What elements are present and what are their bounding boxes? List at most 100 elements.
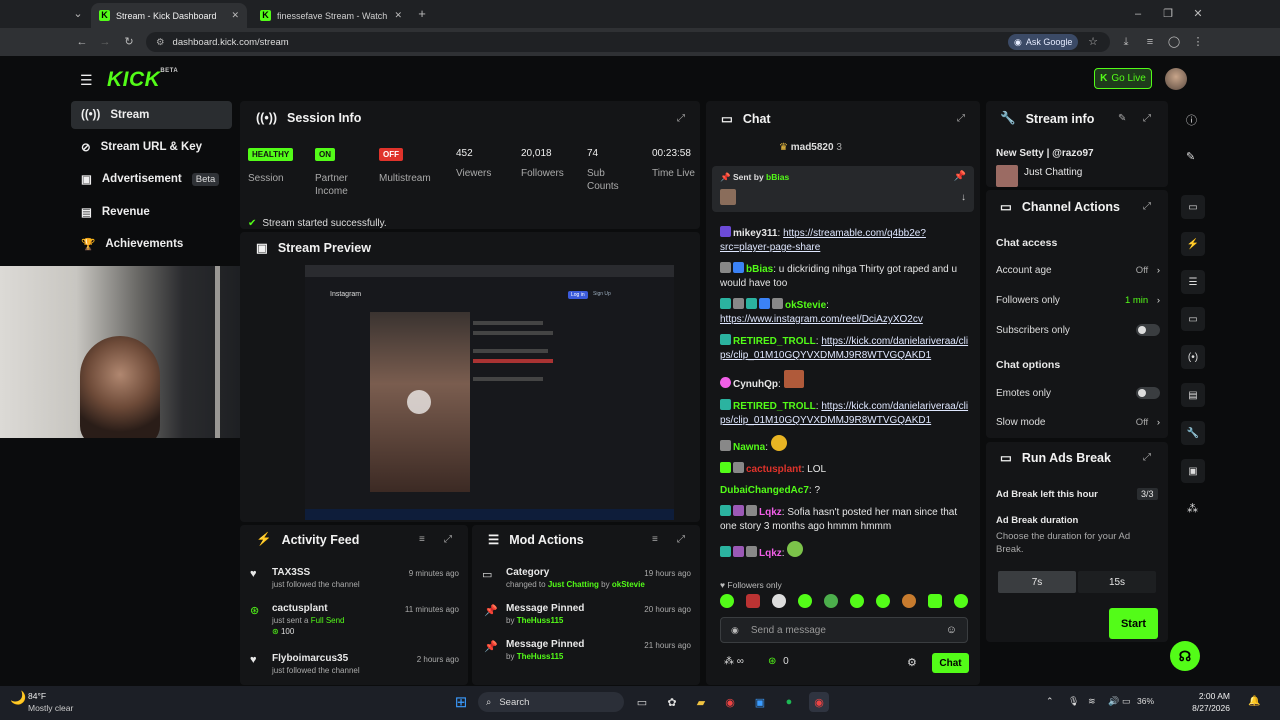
edit-icon[interactable]: ✎: [1118, 113, 1126, 124]
tab-kick-dashboard[interactable]: K Stream - Kick Dashboard ✕: [91, 3, 247, 28]
channel-actions-icon[interactable]: ▭: [1181, 195, 1205, 219]
copilot-icon[interactable]: ✿: [662, 692, 682, 712]
chat-username[interactable]: RETIRED_TROLL: [733, 336, 816, 347]
slow-mode-row[interactable]: Slow mode Off ›: [996, 417, 1160, 428]
info-icon[interactable]: ⓘ: [1186, 112, 1197, 128]
bookmark-star-icon[interactable]: ☆: [1085, 34, 1101, 50]
list-icon[interactable]: ☰: [1181, 270, 1205, 294]
expand-icon[interactable]: ⤢: [1143, 201, 1151, 212]
emote-button[interactable]: [746, 594, 760, 608]
emote-button[interactable]: [824, 594, 838, 608]
stream-icon[interactable]: (•): [1181, 345, 1205, 369]
download-icon[interactable]: ⤓: [1118, 34, 1134, 50]
chat-username[interactable]: cactusplant: [746, 464, 802, 475]
wrench-icon[interactable]: 🔧: [1181, 421, 1205, 445]
emote-button[interactable]: [902, 594, 916, 608]
file-explorer-icon[interactable]: ▰: [691, 692, 711, 712]
weather-icon[interactable]: 🌙: [10, 690, 26, 706]
followers-only-row[interactable]: Followers only 1 min ›: [996, 295, 1160, 306]
emote-button[interactable]: [876, 594, 890, 608]
pinned-user[interactable]: bBias: [766, 172, 789, 182]
chrome-icon[interactable]: ◉: [720, 692, 740, 712]
menu-dots-icon[interactable]: ⋮: [1190, 34, 1206, 50]
gear-icon[interactable]: ⚙: [907, 656, 917, 669]
top-user[interactable]: mad5820: [791, 142, 834, 153]
chat-username[interactable]: RETIRED_TROLL: [733, 401, 816, 412]
emotes-only-toggle[interactable]: [1136, 387, 1160, 399]
chat-settings-icon[interactable]: ◉: [731, 625, 739, 636]
duration-7s-option[interactable]: 7s: [998, 571, 1076, 593]
close-window-icon[interactable]: ✕: [1190, 6, 1206, 22]
emote-button[interactable]: [798, 594, 812, 608]
chat-link[interactable]: https://www.instagram.com/reel/DciAzyXO2…: [720, 314, 923, 325]
chat-username[interactable]: Lqkz: [759, 507, 782, 518]
spotify-icon[interactable]: ●: [779, 692, 799, 712]
mod-user[interactable]: TheHuss115: [517, 652, 564, 661]
hamburger-menu-icon[interactable]: ☰: [80, 72, 93, 89]
subscribers-only-toggle[interactable]: [1136, 324, 1160, 336]
chat-username[interactable]: mikey311: [733, 228, 778, 239]
clock-time[interactable]: 2:00 AM: [1170, 691, 1230, 701]
sidebar-item-advertisement[interactable]: ▣ Advertisement Beta: [71, 165, 232, 193]
sidebar-item-achievements[interactable]: 🏆 Achievements: [71, 230, 232, 258]
preview-icon[interactable]: ▣: [1181, 459, 1205, 483]
emote-button[interactable]: [850, 594, 864, 608]
sidebar-item-revenue[interactable]: ▤ Revenue: [71, 198, 232, 226]
tab-search-icon[interactable]: ⌄: [70, 6, 86, 22]
reload-icon[interactable]: ↻: [121, 34, 137, 50]
tab-close-icon[interactable]: ✕: [231, 10, 239, 21]
tab-finessefave[interactable]: K finessefave Stream - Watch Live ✕: [252, 3, 410, 28]
emote-button[interactable]: [928, 594, 942, 608]
bolt-icon[interactable]: ⚡: [1181, 232, 1205, 256]
minimize-icon[interactable]: –: [1130, 6, 1146, 22]
expand-icon[interactable]: ⤢: [677, 113, 685, 124]
kick-logo[interactable]: KICKBETA: [107, 68, 178, 92]
emote-button[interactable]: [772, 594, 786, 608]
avatar[interactable]: [1165, 68, 1187, 90]
expand-icon[interactable]: ⤢: [957, 113, 965, 124]
photos-icon[interactable]: ▣: [750, 692, 770, 712]
wifi-icon[interactable]: ≋: [1088, 696, 1096, 707]
channel-points[interactable]: ⊛ 0: [768, 656, 789, 667]
profile-icon[interactable]: ◯: [1166, 34, 1182, 50]
battery-icon[interactable]: ▭: [1122, 696, 1131, 707]
chat-input[interactable]: ◉ Send a message ☺: [720, 617, 968, 643]
task-view-icon[interactable]: ▭: [632, 692, 652, 712]
account-age-row[interactable]: Account age Off ›: [996, 265, 1160, 276]
expand-icon[interactable]: ⤢: [1143, 452, 1151, 463]
tab-close-icon[interactable]: ✕: [394, 10, 402, 21]
restore-icon[interactable]: ❐: [1160, 6, 1176, 22]
emote-button[interactable]: [954, 594, 968, 608]
chat-username[interactable]: okStevie: [785, 300, 826, 311]
stream-preview-video[interactable]: Instagram Log in Sign Up: [305, 265, 674, 520]
chat-username[interactable]: DubaiChangedAc7: [720, 485, 809, 496]
chrome-active-icon[interactable]: ◉: [809, 692, 829, 712]
sidebar-item-stream-url-key[interactable]: ⊘ Stream URL & Key: [71, 133, 232, 161]
clock-date[interactable]: 8/27/2026: [1170, 703, 1230, 713]
site-info-icon[interactable]: ⚙: [156, 37, 165, 48]
forward-icon[interactable]: →: [97, 34, 113, 50]
back-icon[interactable]: ←: [74, 34, 90, 50]
support-headset-icon[interactable]: ☊: [1170, 641, 1200, 671]
filter-icon[interactable]: ≡: [652, 534, 658, 545]
pencil-icon[interactable]: ✎: [1186, 150, 1195, 163]
pinned-message[interactable]: 📌 Sent by bBias 📌 ↓: [712, 166, 974, 212]
windows-start-icon[interactable]: ⊞: [451, 692, 471, 712]
chat-username[interactable]: CynuhQp: [733, 379, 778, 390]
arrow-down-icon[interactable]: ↓: [961, 192, 966, 203]
volume-icon[interactable]: 🔊: [1108, 696, 1119, 707]
duration-15s-option[interactable]: 15s: [1078, 571, 1156, 593]
ask-google-button[interactable]: ◉ Ask Google: [1008, 34, 1079, 50]
filter-icon[interactable]: ≡: [419, 534, 425, 545]
ads-icon[interactable]: ▤: [1181, 383, 1205, 407]
expand-icon[interactable]: ⤢: [677, 534, 685, 545]
taskbar-search[interactable]: ⌕ Search: [478, 692, 624, 712]
notification-bell-icon[interactable]: 🔔: [1248, 696, 1260, 707]
new-tab-button[interactable]: +: [414, 6, 430, 22]
expand-icon[interactable]: ⤢: [444, 534, 452, 545]
users-icon[interactable]: ⁂: [1187, 502, 1198, 515]
send-chat-button[interactable]: Chat: [932, 653, 969, 673]
emoji-icon[interactable]: ☺: [946, 624, 957, 636]
chat-username[interactable]: Nawna: [733, 442, 765, 453]
mic-icon[interactable]: 🎙: [1068, 696, 1079, 707]
